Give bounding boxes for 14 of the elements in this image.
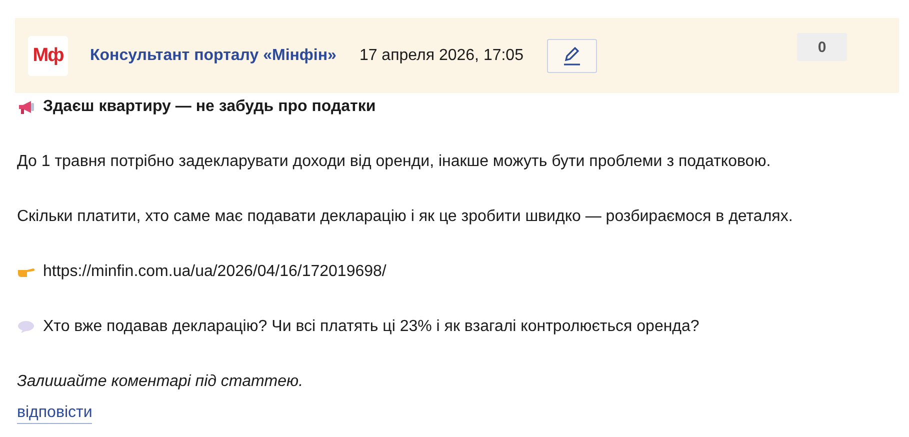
post-text: Залишайте коментарі під статтею.	[17, 372, 304, 392]
post-title: Здаєш квартиру — не забудь про податки	[43, 97, 376, 117]
post-date: 17 апреля 2026, 17:05	[359, 46, 524, 64]
reply-link[interactable]: відповісти	[17, 403, 92, 424]
megaphone-icon	[17, 99, 35, 115]
author-logo: Мф	[28, 36, 68, 76]
edit-button[interactable]	[547, 38, 598, 72]
speech-bubble-icon	[17, 320, 35, 334]
author-name[interactable]: Консультант порталу «Мінфін»	[90, 46, 336, 64]
post-text: До 1 травня потрібно задекларувати доходи від оренди, інакше можуть бути проблеми з податковою.	[17, 152, 771, 172]
post-text: Скільки платити, хто саме має подавати декларацію і як це зробити швидко — розбираємося в деталях.	[17, 207, 793, 227]
post-text: Хто вже подавав декларацію? Чи всі платять ці 23% і як взагалі контролюється оренда?	[43, 317, 700, 337]
post-text: https://minfin.com.ua/ua/2026/04/16/172019698/	[43, 262, 386, 282]
vote-counter: 0	[797, 33, 847, 61]
